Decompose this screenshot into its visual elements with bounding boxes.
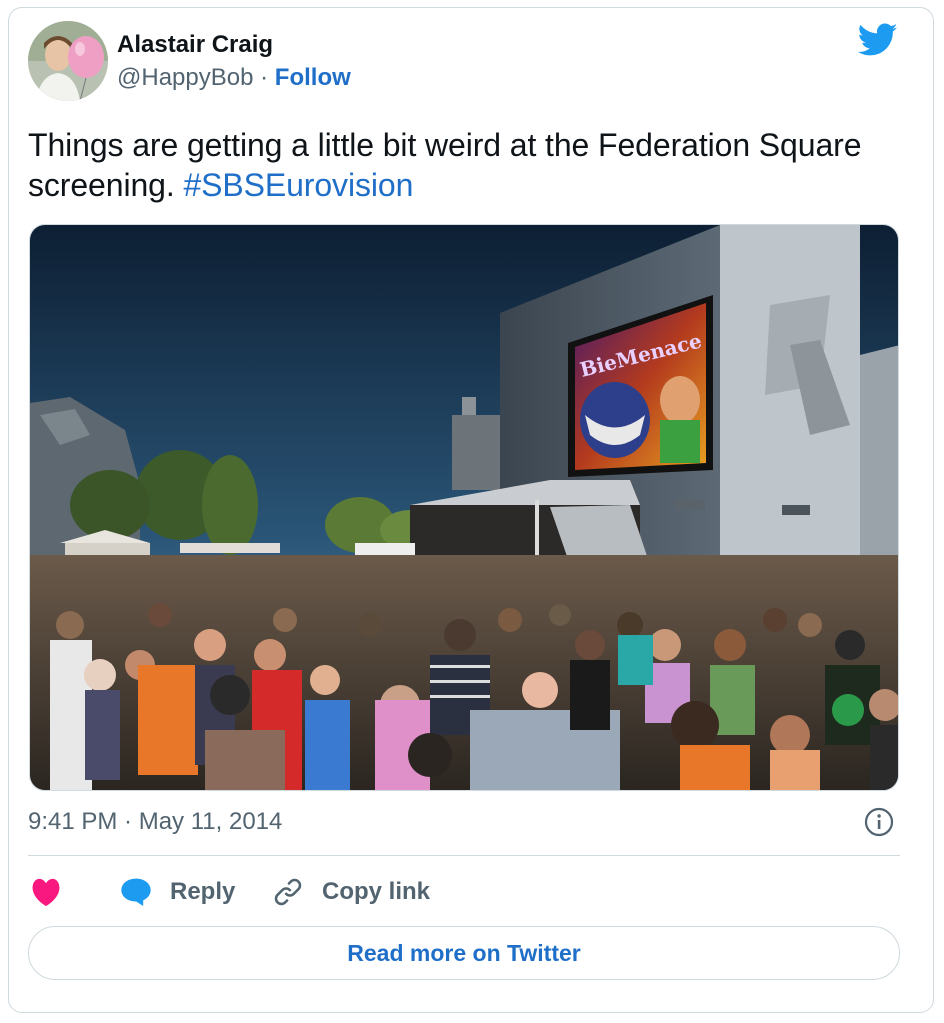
copy-link-label: Copy link [322, 878, 431, 905]
tweet-media[interactable]: BieMenace [29, 224, 899, 791]
tweet-text: Things are getting a little bit weird at… [28, 125, 908, 205]
author-handle-row: @HappyBob · Follow [117, 64, 351, 92]
crowd-photo: BieMenace [30, 225, 898, 790]
reply-label: Reply [170, 878, 236, 905]
avatar-image [28, 21, 108, 101]
hashtag-link[interactable]: #SBSEurovision [183, 167, 413, 203]
reply-button[interactable]: Reply [120, 870, 235, 914]
heart-icon [32, 878, 60, 907]
speech-bubble-icon [121, 878, 151, 906]
link-icon [274, 878, 302, 906]
copy-link-button[interactable]: Copy link [272, 870, 430, 914]
tweet-timestamp[interactable]: 9:41 PM · May 11, 2014 [28, 808, 282, 836]
author-handle[interactable]: @HappyBob [117, 64, 253, 91]
info-icon[interactable] [864, 807, 894, 837]
tweet-body: Things are getting a little bit weird at… [28, 127, 862, 203]
handle-separator: · [253, 64, 275, 91]
avatar[interactable] [28, 21, 108, 101]
author-display-name[interactable]: Alastair Craig [117, 31, 273, 59]
twitter-bird-icon[interactable] [858, 23, 898, 57]
follow-button[interactable]: Follow [275, 64, 351, 91]
read-more-button[interactable]: Read more on Twitter [28, 926, 900, 980]
like-button[interactable] [30, 870, 62, 914]
divider [28, 855, 900, 856]
